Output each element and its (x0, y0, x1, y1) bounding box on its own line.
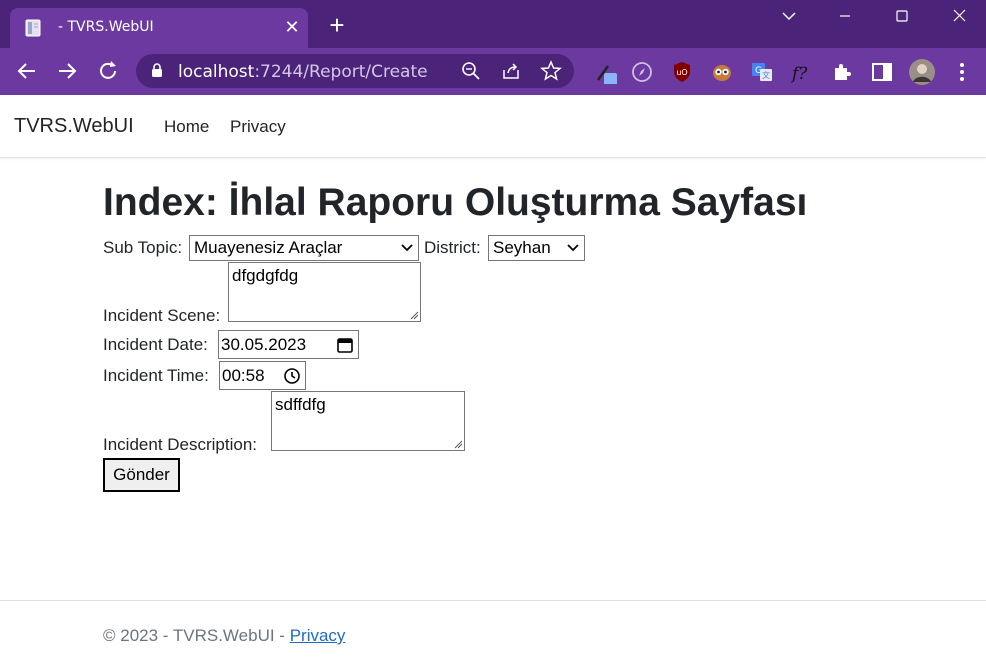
main-content: Index: İhlal Raporu Oluşturma Sayfası (103, 180, 923, 226)
close-window-icon[interactable] (944, 4, 974, 28)
incident-time-input[interactable]: 00:58 (219, 361, 306, 390)
page-title: Index: İhlal Raporu Oluşturma Sayfası (103, 181, 808, 224)
url-text[interactable]: localhost:7244/Report/Create (178, 62, 428, 82)
nav-link-privacy[interactable]: Privacy (230, 117, 286, 137)
close-tab-icon[interactable]: ✕ (282, 17, 302, 37)
incident-description-label: Incident Description: (103, 435, 258, 454)
maximize-icon[interactable] (887, 4, 917, 28)
incident-time-value: 00:58 (222, 366, 265, 385)
bookmark-star-icon[interactable] (540, 60, 562, 82)
tab-title: - TVRS.WebUI (58, 19, 154, 35)
incident-scene-textarea[interactable]: dfgdgfdg (228, 262, 421, 322)
footer-text: © 2023 - TVRS.WebUI - Privacy (103, 626, 345, 646)
incident-date-input[interactable]: 30.05.2023 (218, 330, 359, 359)
incident-date-value: 30.05.2023 (221, 335, 307, 354)
incident-description-value: sdffdfg (275, 395, 326, 414)
browser-tab-bar: - TVRS.WebUI ✕ + (0, 0, 986, 48)
svg-text:f?: f? (790, 64, 808, 84)
zoom-icon[interactable] (460, 60, 482, 82)
calendar-icon[interactable] (336, 336, 354, 354)
svg-text:文: 文 (762, 70, 770, 80)
new-tab-button[interactable]: + (326, 12, 348, 38)
ublock-shield-icon[interactable]: uO (670, 60, 694, 84)
tab-search-chevron-icon[interactable] (774, 4, 804, 28)
font-identifier-extension-icon[interactable]: f? (790, 60, 814, 84)
district-label: District: (424, 238, 481, 257)
incident-date-label: Incident Date: (103, 335, 208, 354)
browser-tab[interactable]: - TVRS.WebUI ✕ (10, 8, 308, 48)
minimize-icon[interactable] (830, 4, 860, 28)
sub-topic-label: Sub Topic: (103, 238, 183, 257)
clock-icon[interactable] (283, 367, 301, 385)
nav-link-home[interactable]: Home (164, 117, 209, 137)
owl-extension-icon[interactable] (710, 60, 734, 84)
url-path: :7244/Report/Create (254, 62, 428, 82)
chevron-down-icon (567, 244, 579, 252)
footer-copyright: © 2023 - TVRS.WebUI - (103, 626, 290, 645)
page-icon (25, 19, 41, 37)
lock-icon[interactable] (150, 62, 164, 78)
district-value: Seyhan (493, 238, 551, 257)
footer: © 2023 - TVRS.WebUI - Privacy (0, 600, 986, 662)
url-host: localhost (178, 62, 255, 82)
incident-description-textarea[interactable]: sdffdfg (271, 391, 465, 451)
eyedropper-extension-icon[interactable] (594, 60, 618, 84)
sub-topic-select[interactable]: Muayenesiz Araçlar (189, 235, 419, 261)
forward-arrow-icon[interactable] (54, 58, 80, 84)
incident-scene-label: Incident Scene: (103, 306, 221, 325)
footer-privacy-link[interactable]: Privacy (290, 626, 346, 645)
browser-menu-icon[interactable] (950, 60, 974, 84)
side-panel-icon[interactable] (870, 60, 894, 84)
submit-button[interactable]: Gönder (103, 458, 180, 492)
sub-topic-value: Muayenesiz Araçlar (194, 238, 343, 257)
chevron-down-icon (401, 244, 413, 252)
brand-link[interactable]: TVRS.WebUI (14, 115, 134, 138)
incident-time-label: Incident Time: (103, 366, 209, 385)
resize-grip-icon[interactable] (409, 310, 419, 320)
svg-text:uO: uO (676, 68, 687, 77)
compass-extension-icon[interactable] (630, 60, 654, 84)
back-arrow-icon[interactable] (14, 58, 40, 84)
reload-icon[interactable] (95, 58, 121, 84)
district-select[interactable]: Seyhan (488, 235, 585, 261)
incident-scene-value: dfgdgfdg (232, 266, 299, 285)
app-navbar: TVRS.WebUI Home Privacy (0, 95, 986, 158)
extensions-puzzle-icon[interactable] (830, 60, 854, 84)
profile-avatar-icon[interactable] (908, 58, 936, 86)
resize-grip-icon[interactable] (453, 439, 463, 449)
share-icon[interactable] (500, 60, 522, 82)
translate-extension-icon[interactable]: G 文 (750, 60, 774, 84)
